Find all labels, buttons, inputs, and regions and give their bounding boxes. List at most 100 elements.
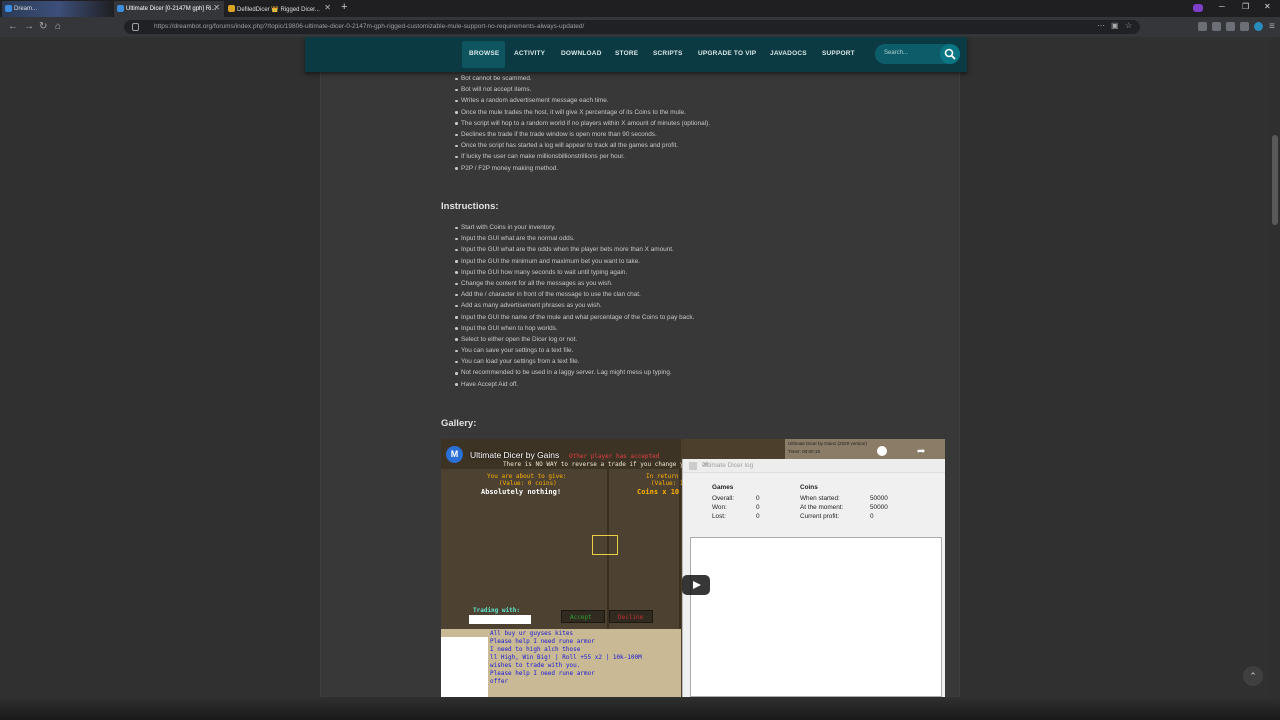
nav-browse[interactable]: BROWSE: [469, 50, 499, 57]
nav-store[interactable]: STORE: [615, 50, 638, 57]
list-item: Once the script has started a log will a…: [454, 140, 710, 151]
started-label: When started:: [800, 495, 840, 502]
extension-icon[interactable]: [1240, 22, 1249, 31]
decline-label: Decline: [618, 614, 644, 621]
list-item: Add as many advertisement phrases as you…: [454, 300, 694, 311]
play-button[interactable]: [682, 575, 710, 595]
list-item: You can save your settings to a text fil…: [454, 345, 694, 356]
chat-line: I need to high alch those: [490, 646, 581, 653]
close-icon[interactable]: ✕: [702, 460, 938, 469]
close-tab-icon[interactable]: ✕: [324, 3, 331, 12]
share-icon[interactable]: ➦: [917, 446, 925, 457]
watch-later-icon[interactable]: [877, 446, 887, 456]
bot-overlay-timer: Timer: 00:00:15: [788, 449, 821, 454]
maximize-icon[interactable]: ❐: [1242, 2, 1249, 11]
moment-value: 50000: [870, 504, 888, 511]
url-field[interactable]: https://dreambot.org/forums/index.php?/t…: [124, 20, 1140, 34]
extension-icon[interactable]: [1226, 22, 1235, 31]
accept-button[interactable]: Accept: [561, 610, 605, 623]
nav-javadocs[interactable]: JAVADOCS: [770, 50, 807, 57]
list-item: Declines the trade if the trade window i…: [454, 129, 710, 140]
nav-support[interactable]: SUPPORT: [822, 50, 855, 57]
list-item: Add the / character in front of the mess…: [454, 289, 694, 300]
favicon-icon: [5, 5, 12, 12]
dicer-log-textarea[interactable]: [690, 537, 942, 697]
url-text: https://dreambot.org/forums/index.php?/t…: [154, 23, 585, 30]
video-embed[interactable]: Other player has accepted There is NO WA…: [441, 439, 945, 697]
address-bar-row: ← → ↻ ⌂ https://dreambot.org/forums/inde…: [0, 17, 1280, 37]
list-item: Bot cannot be scammed.: [454, 73, 710, 84]
site-navbar: BROWSE ACTIVITY DOWNLOAD STORE SCRIPTS U…: [305, 37, 967, 72]
search-placeholder: Search...: [884, 50, 909, 56]
scrollbar[interactable]: [1270, 37, 1280, 720]
overall-label: Overall:: [712, 495, 735, 502]
trading-with-label: Trading with:: [473, 607, 520, 614]
list-item: Input the GUI when to hop worlds.: [454, 323, 694, 334]
profile-icon[interactable]: [1193, 4, 1203, 12]
more-dots-icon[interactable]: ⋯: [1097, 21, 1105, 30]
library-icon[interactable]: [1198, 22, 1207, 31]
close-tab-icon[interactable]: ✕: [213, 3, 220, 12]
close-window-icon[interactable]: ✕: [1264, 2, 1271, 11]
web-page: BROWSE ACTIVITY DOWNLOAD STORE SCRIPTS U…: [0, 37, 1280, 720]
new-tab-icon[interactable]: +: [341, 1, 347, 13]
nav-upgrade-vip[interactable]: UPGRADE TO VIP: [698, 50, 756, 57]
chat-line: offer: [490, 678, 509, 685]
nav-download[interactable]: DOWNLOAD: [561, 50, 602, 57]
list-item: Input the GUI the minimum and maximum be…: [454, 256, 694, 267]
list-item: If lucky the user can make millionsbilli…: [454, 151, 710, 162]
back-icon[interactable]: ←: [8, 21, 18, 32]
list-item: You can load your settings from a text f…: [454, 356, 694, 367]
chatbox-left-panel: [441, 637, 488, 697]
trade-window: Other player has accepted There is NO WA…: [441, 439, 686, 629]
chat-line: wishes to trade with you.: [490, 662, 581, 669]
browser-tab-3[interactable]: DefiledDicer 👑 Rigged Dicer... ✕: [225, 1, 335, 17]
bookmark-star-icon[interactable]: ☆: [1125, 21, 1132, 30]
home-icon[interactable]: ⌂: [55, 21, 61, 32]
browser-tabbar: Dream... Ultimate Dicer [0-2147M gph] Ri…: [0, 0, 1280, 17]
pocket-icon[interactable]: ▣: [1111, 21, 1119, 30]
nav-scripts[interactable]: SCRIPTS: [653, 50, 683, 57]
lost-label: Lost:: [712, 513, 726, 520]
extension-icon[interactable]: [1254, 22, 1263, 31]
search-input[interactable]: Search...: [875, 44, 960, 64]
instructions-list: Start with Coins in your inventory. Inpu…: [454, 222, 694, 390]
won-label: Won:: [712, 504, 727, 511]
java-icon: [689, 462, 697, 470]
dicer-log-titlebar: Ultimate Dicer log ✕: [683, 459, 945, 473]
list-item: The script will hop to a random world if…: [454, 118, 710, 129]
chat-line: Please help I need rune armor: [490, 670, 595, 677]
menu-icon[interactable]: ≡: [1269, 21, 1275, 32]
scrollbar-thumb[interactable]: [1272, 135, 1278, 225]
video-title-bar[interactable]: M Ultimate Dicer by Gains: [446, 446, 559, 463]
chat-line: All buy ur guyses kites: [490, 630, 574, 637]
video-title[interactable]: Ultimate Dicer by Gains: [470, 450, 559, 460]
browser-tab-2[interactable]: Ultimate Dicer [0-2147M gph] Ri... ✕: [114, 1, 224, 17]
features-list: Bot cannot be scammed. Bot will not acce…: [454, 73, 710, 174]
decline-button[interactable]: Decline: [609, 610, 653, 623]
forward-icon[interactable]: →: [24, 21, 34, 32]
return-items: Coins x 10: [637, 488, 680, 496]
bot-overlay-title: Ultimate Dicer by Gainz (2020 version): [788, 441, 867, 446]
sidebar-icon[interactable]: [1212, 22, 1221, 31]
scroll-to-top-button[interactable]: ⌃: [1243, 666, 1263, 686]
channel-avatar[interactable]: M: [446, 446, 463, 463]
nav-activity[interactable]: ACTIVITY: [514, 50, 545, 57]
list-item: Writes a random advertisement message ea…: [454, 95, 710, 106]
dicer-log-window: Ultimate Dicer log ✕ Games Coins Overall…: [682, 459, 945, 697]
minimize-icon[interactable]: ─: [1219, 2, 1225, 11]
started-value: 50000: [870, 495, 888, 502]
favicon-icon: [228, 5, 235, 12]
tab-label: Ultimate Dicer [0-2147M gph] Ri...: [126, 6, 217, 12]
list-item: Once the mule trades the host, it will g…: [454, 107, 710, 118]
instructions-heading: Instructions:: [441, 201, 499, 212]
reload-icon[interactable]: ↻: [39, 21, 47, 32]
lost-value: 0: [756, 513, 760, 520]
list-item: Bot will not accept items.: [454, 84, 710, 95]
profit-value: 0: [870, 513, 874, 520]
browser-tab-1[interactable]: Dream...: [2, 1, 114, 17]
search-button[interactable]: [940, 44, 960, 64]
game-chatbox: All buy ur guyses kites Please help I ne…: [441, 629, 681, 697]
trading-with-name: [469, 615, 531, 624]
item-slot-highlight: [592, 535, 618, 555]
